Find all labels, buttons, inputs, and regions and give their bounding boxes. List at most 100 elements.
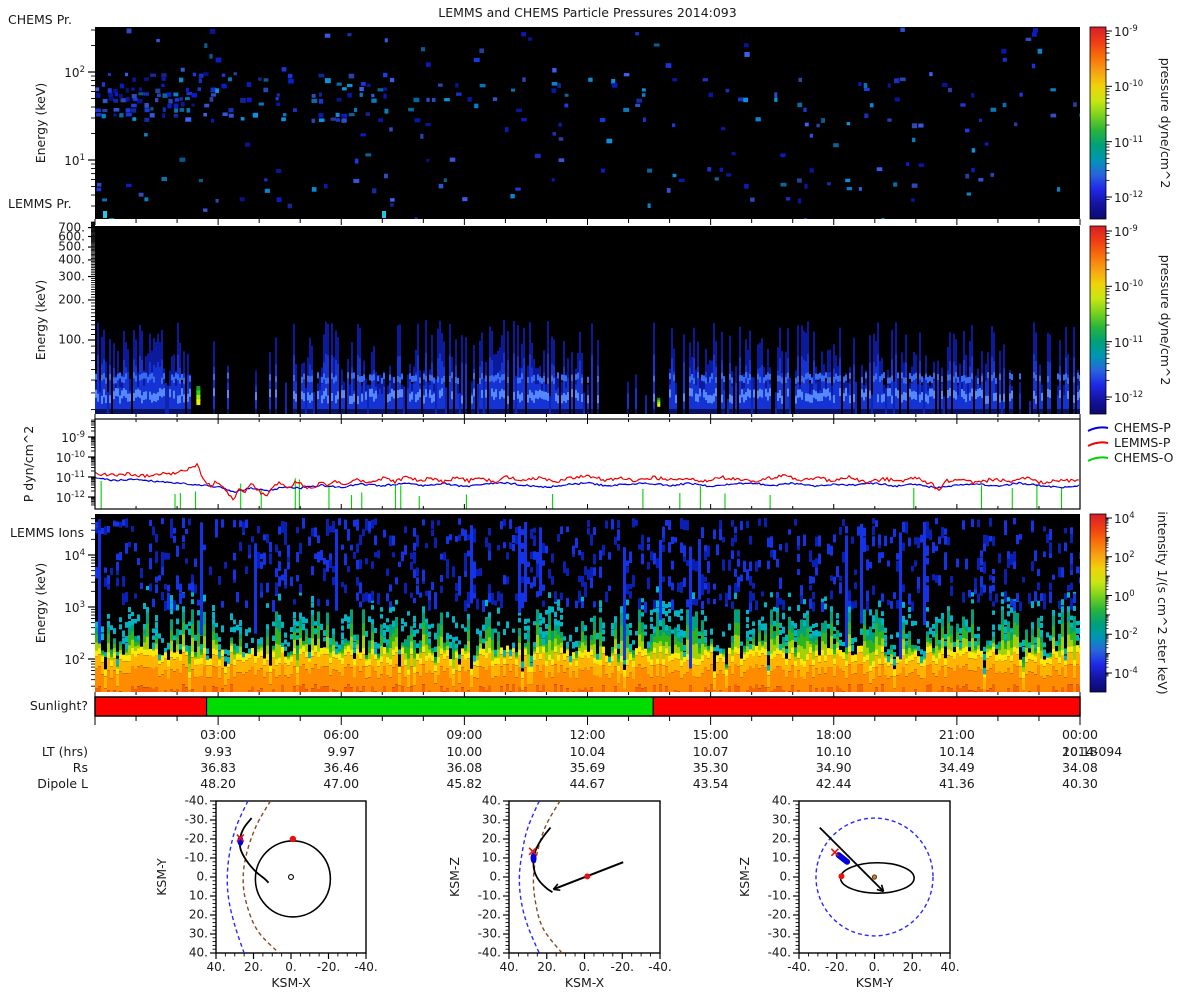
colorbar-label-pressure-1: pressure dyne/cm^2 bbox=[1158, 57, 1173, 189]
dipole-l-value: 48.20 bbox=[200, 776, 237, 791]
orbit-y-tick: 40. bbox=[481, 793, 501, 808]
orbit-line bbox=[819, 826, 885, 893]
legend-item-chems-o: CHEMS-O bbox=[1114, 450, 1174, 465]
axis-label-energy-chems: Energy (keV) bbox=[33, 82, 48, 164]
orbit-x-tick: 0. bbox=[868, 960, 881, 974]
magnetopause bbox=[532, 800, 563, 954]
marker-dot bbox=[584, 873, 591, 880]
colorbar-label-pressure-2: pressure dyne/cm^2 bbox=[1158, 254, 1173, 386]
axis-label-energy-ions: Energy (keV) bbox=[33, 562, 48, 644]
axis-tick-label: 10-9 bbox=[61, 430, 85, 445]
bow-shock-circle bbox=[815, 817, 934, 937]
lemms-spectrogram bbox=[95, 226, 1080, 414]
orbit-x-tick: -20. bbox=[316, 960, 341, 974]
orbit-x-tick: -40. bbox=[354, 960, 378, 974]
axis-tick-label: 400. bbox=[58, 252, 85, 267]
colorbar-tick-label: 104 bbox=[1114, 511, 1135, 526]
row-label-lt: LT (hrs) bbox=[41, 744, 88, 759]
orbit-y-tick: -20. bbox=[184, 831, 208, 846]
rs-value: 35.30 bbox=[692, 760, 729, 775]
trajectory bbox=[238, 817, 270, 884]
orbit-x-tick: 40. bbox=[206, 960, 226, 974]
label-sunlight: Sunlight? bbox=[29, 698, 88, 713]
orbit_ksmy_ksmz bbox=[793, 800, 951, 959]
dipole-l-value: 47.00 bbox=[323, 776, 360, 791]
orbit-y-tick: 20. bbox=[481, 831, 501, 846]
axis-label-energy-lemms: Energy (keV) bbox=[33, 279, 48, 361]
orbit-y-tick: 10. bbox=[481, 850, 501, 865]
axis-label-ksmz-plot3: KSM-Z bbox=[737, 857, 752, 897]
time-tick-label: 15:00 bbox=[692, 727, 729, 742]
orbit-y-tick: 20. bbox=[771, 831, 791, 846]
orbit-x-tick: 20. bbox=[902, 960, 922, 974]
colorbar-label-intensity: intensity 1/(s cm^2 ster keV) bbox=[1155, 511, 1170, 695]
orbit-y-tick: -30. bbox=[767, 926, 791, 941]
orbit-y-tick: -20. bbox=[767, 907, 791, 922]
sunlight-segment bbox=[652, 696, 1081, 717]
orbit-x-tick: -20. bbox=[825, 960, 849, 974]
orbit-y-tick: 0. bbox=[489, 869, 501, 884]
label-lemms-ions-panel: LEMMS Ions bbox=[10, 525, 85, 540]
orbit-y-tick: -30. bbox=[477, 926, 501, 941]
rs-value: 34.08 bbox=[1062, 760, 1098, 775]
legend-item-lemms-p: LEMMS-P bbox=[1114, 435, 1171, 450]
time-tick-label: 03:00 bbox=[200, 727, 237, 742]
axis-tick-label: 104 bbox=[64, 548, 85, 563]
legend-swatch bbox=[1087, 441, 1109, 447]
orbit-y-tick: 10. bbox=[771, 850, 791, 865]
axis-label-ksmy-plot1: KSM-Y bbox=[154, 858, 169, 896]
time-tick-label: 18:00 bbox=[815, 727, 852, 742]
colorbar-tick-label: 10-12 bbox=[1114, 389, 1144, 405]
colorbar-tick-label: 10-11 bbox=[1114, 134, 1144, 150]
colorbar-tick-label: 10-9 bbox=[1114, 24, 1138, 39]
axis-label-ksmy-plot3: KSM-Y bbox=[855, 975, 894, 990]
colorbar-tick-label: 10-4 bbox=[1114, 666, 1138, 681]
orbit-y-tick: 40. bbox=[188, 945, 208, 960]
lt-value: 9.93 bbox=[204, 744, 233, 759]
saturn bbox=[288, 873, 294, 881]
dipole-l-value: 45.82 bbox=[446, 776, 483, 791]
orbit-y-tick: -40. bbox=[477, 945, 501, 960]
orbit_ksmx_ksmy bbox=[210, 800, 367, 959]
sunlight-segment bbox=[94, 696, 208, 717]
orbit-y-tick: -40. bbox=[767, 945, 791, 960]
lt-value: 10.10 bbox=[815, 744, 852, 759]
orbit-x-tick: 0. bbox=[578, 960, 591, 974]
axis-tick-label: 300. bbox=[58, 269, 85, 284]
dipole-l-value: 42.44 bbox=[815, 776, 852, 791]
axis-tick-label: 10-12 bbox=[55, 490, 85, 505]
time-tick-label: 21:00 bbox=[938, 727, 975, 742]
orbit-x-tick: -20. bbox=[610, 960, 634, 974]
label-lemms-pressure-panel: LEMMS Pr. bbox=[8, 196, 72, 211]
orbit-x-tick: 20. bbox=[537, 960, 557, 974]
label-chems-pressure-panel: CHEMS Pr. bbox=[8, 12, 73, 27]
orbit-x-tick: 0. bbox=[285, 960, 297, 974]
colorbar-pressure-2 bbox=[1089, 225, 1107, 415]
pressure-line-chart bbox=[95, 419, 1080, 509]
legend-swatch bbox=[1087, 456, 1109, 462]
orbit-y-tick: -40. bbox=[184, 793, 208, 808]
page-title: LEMMS and CHEMS Particle Pressures 2014:… bbox=[438, 5, 737, 20]
time-tick-label: 06:00 bbox=[323, 727, 360, 742]
dipole-l-value: 44.67 bbox=[569, 776, 606, 791]
orbit-y-tick: 10. bbox=[188, 888, 208, 903]
orbit-y-tick: 0. bbox=[779, 869, 791, 884]
spacecraft-marker bbox=[835, 852, 851, 865]
legend-item-chems-p: CHEMS-P bbox=[1114, 420, 1171, 435]
orbit_ksmx_ksmz bbox=[503, 800, 661, 959]
colorbar-tick-label: 10-11 bbox=[1114, 334, 1144, 350]
marker-dot bbox=[838, 873, 845, 880]
axis-label-ksmx-plot2: KSM-X bbox=[564, 975, 605, 990]
rs-value: 35.69 bbox=[569, 760, 606, 775]
rs-value: 36.08 bbox=[446, 760, 483, 775]
colorbar-intensity bbox=[1089, 513, 1107, 693]
orbit-x-tick: -40. bbox=[648, 960, 672, 974]
orbit-y-tick: -10. bbox=[767, 888, 791, 903]
orbit-y-tick: 40. bbox=[771, 793, 791, 808]
lt-value: 10.07 bbox=[692, 744, 729, 759]
legend-swatch bbox=[1087, 426, 1109, 432]
orbit-y-tick: 0. bbox=[196, 869, 208, 884]
colorbar-tick-label: 100 bbox=[1114, 588, 1135, 604]
axis-tick-label: 102 bbox=[64, 652, 85, 667]
time-tick-label: 09:00 bbox=[446, 727, 483, 742]
